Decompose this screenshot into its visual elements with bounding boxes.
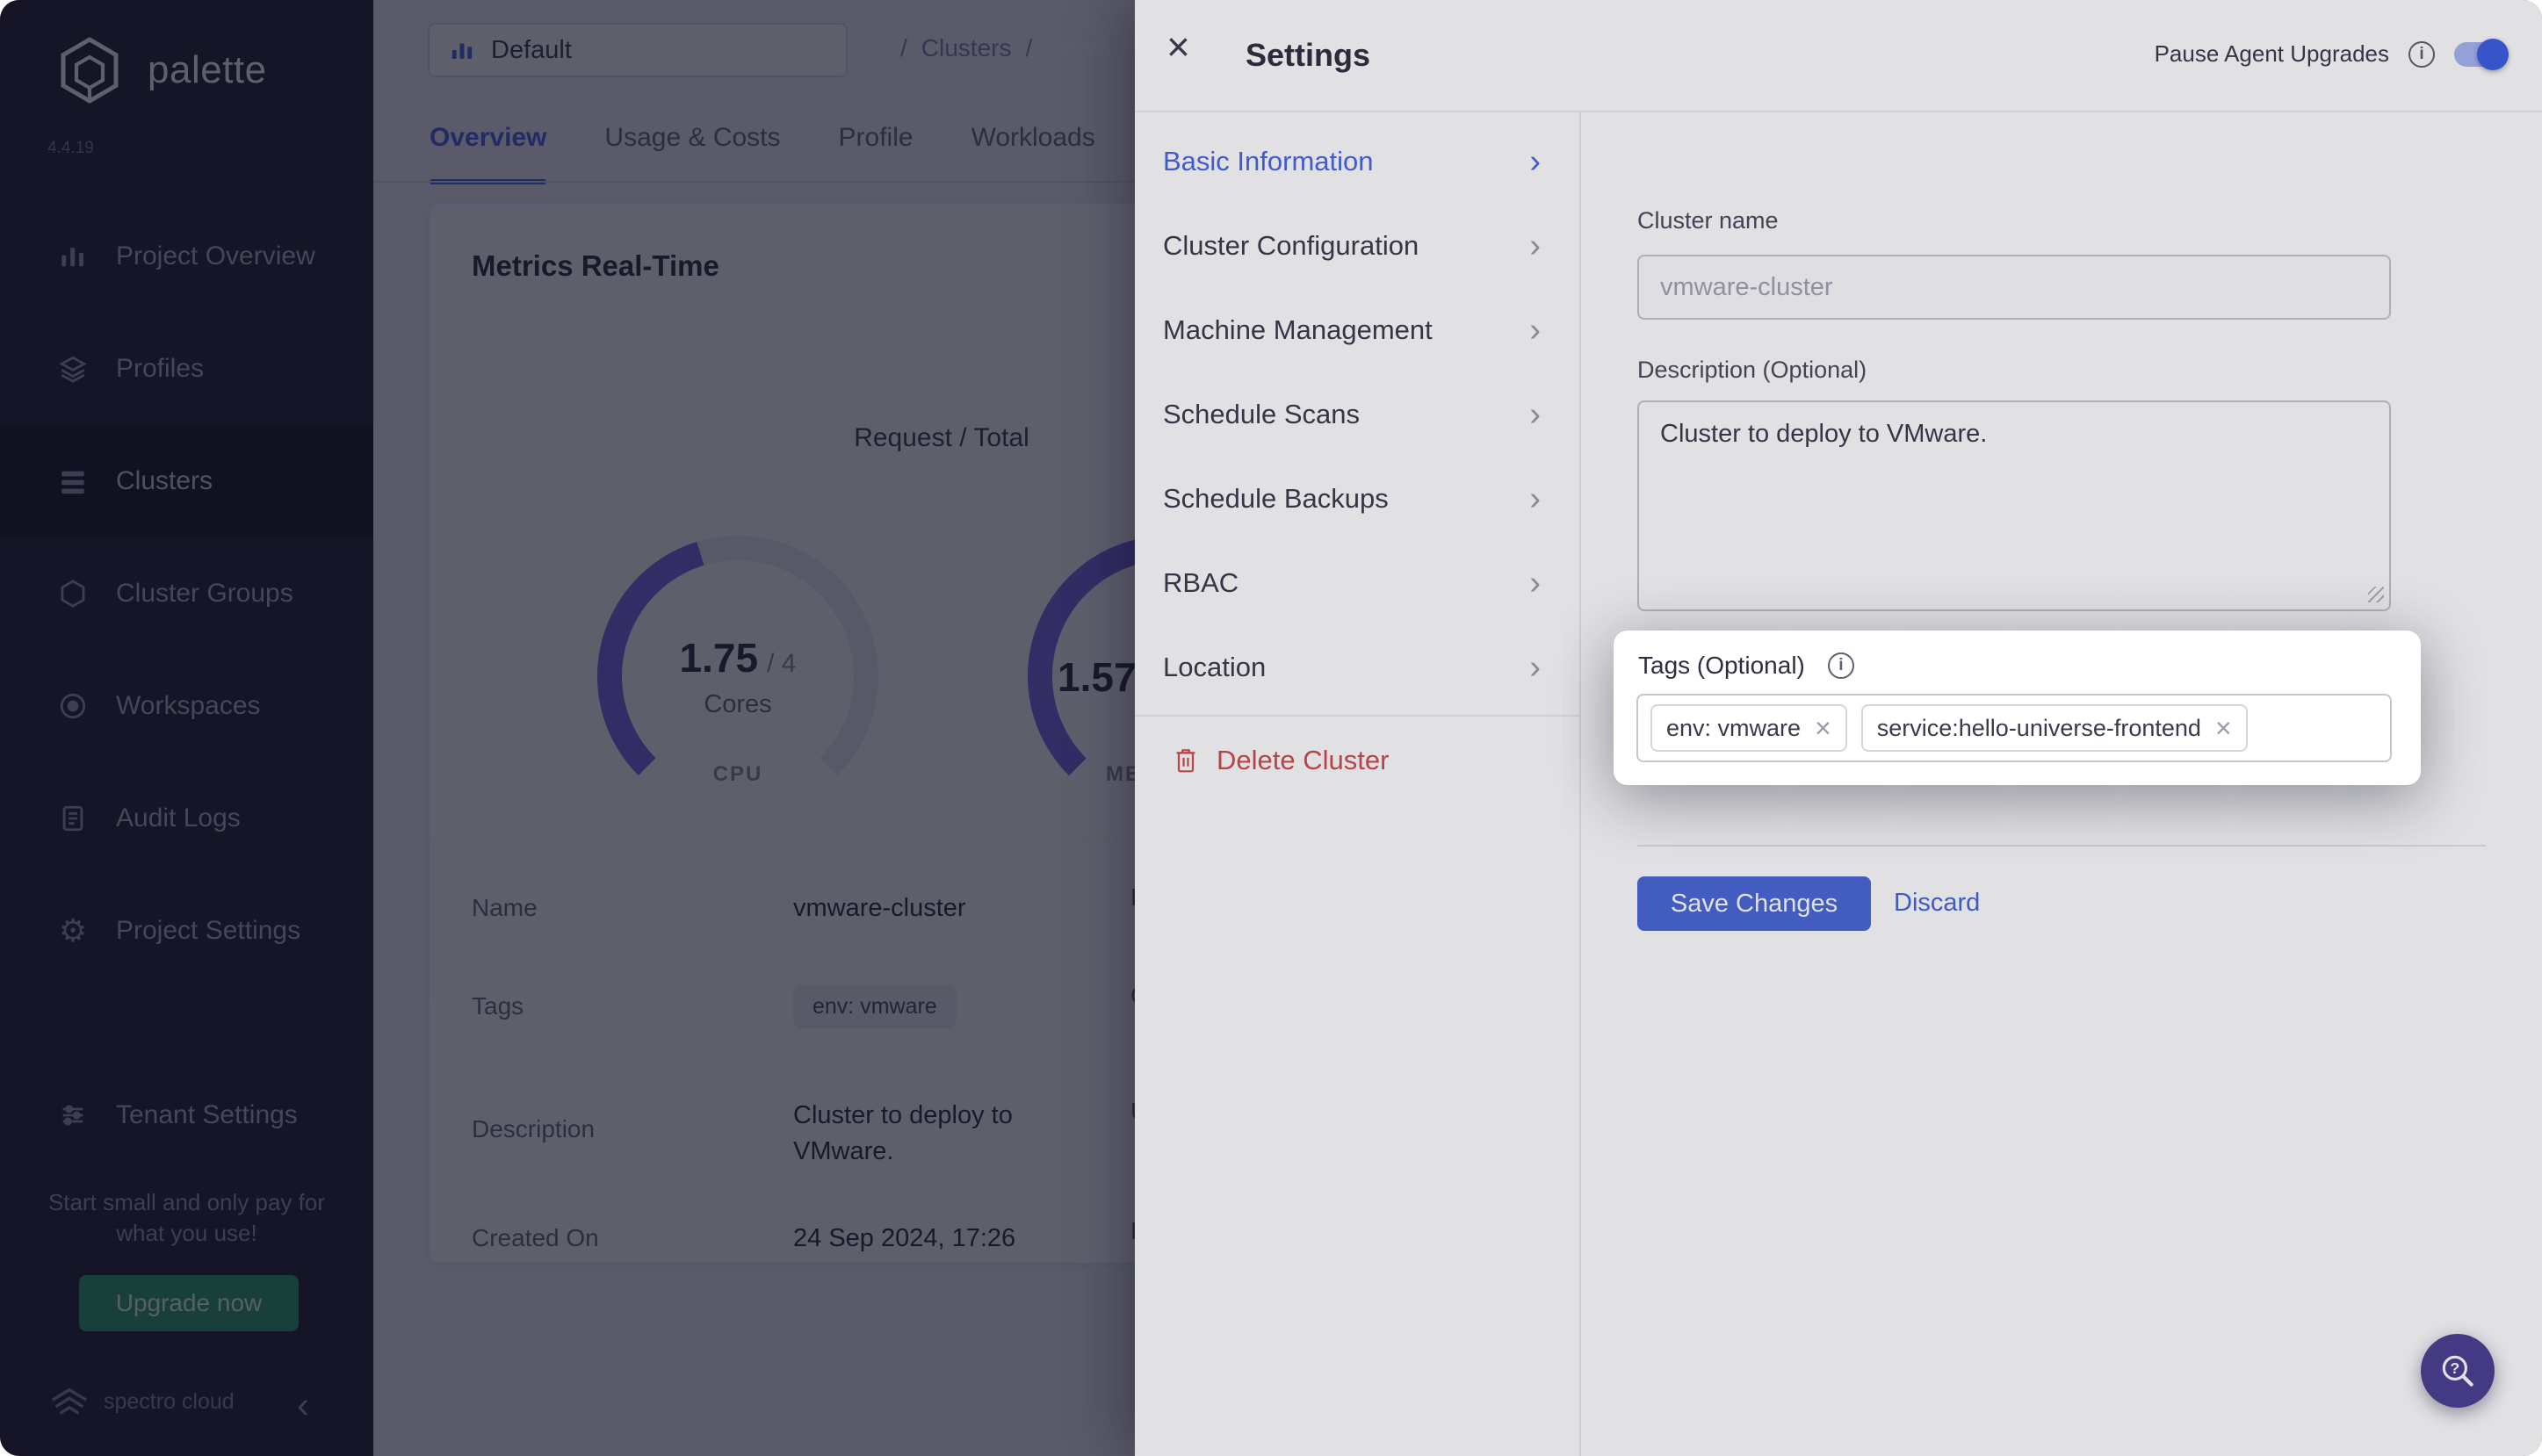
remove-tag-icon[interactable]: × bbox=[1815, 714, 1831, 742]
tag-chip-label: env: vmware bbox=[1666, 715, 1801, 742]
tags-spotlight-card: Tags (Optional) i env: vmware × service:… bbox=[1614, 631, 2421, 785]
remove-tag-icon[interactable]: × bbox=[2215, 714, 2232, 742]
tags-input[interactable]: env: vmware × service:hello-universe-fro… bbox=[1636, 694, 2392, 762]
tag-chip-label: service:hello-universe-frontend bbox=[1877, 715, 2201, 742]
tag-chip-env-vmware: env: vmware × bbox=[1650, 704, 1847, 752]
tags-label-row: Tags (Optional) i bbox=[1638, 652, 1854, 680]
info-icon[interactable]: i bbox=[1828, 652, 1854, 679]
app-root: palette 4.4.19 Project Overview Profiles… bbox=[0, 0, 2542, 1456]
tags-label: Tags (Optional) bbox=[1638, 652, 1805, 680]
tag-chip-service-frontend: service:hello-universe-frontend × bbox=[1861, 704, 2248, 752]
